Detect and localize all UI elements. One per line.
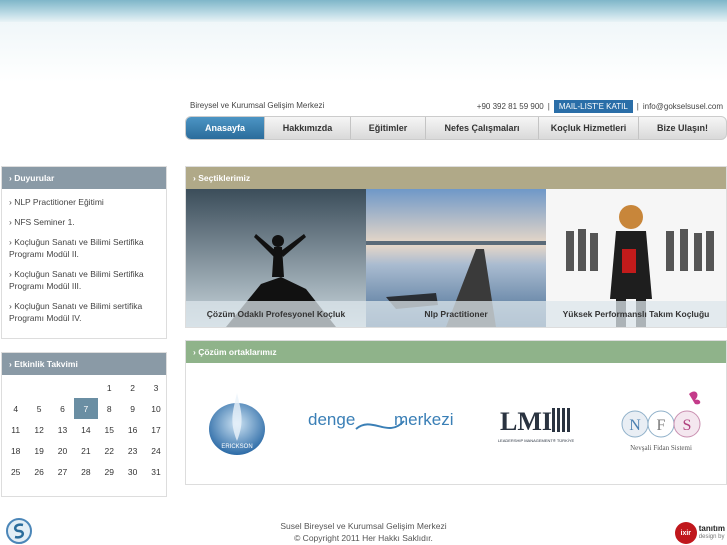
feature-takim-koclugu[interactable]: Yüksek Performanslı Takım Koçluğu (546, 189, 726, 327)
calendar-day[interactable]: 10 (144, 398, 167, 419)
news-item[interactable]: › Koçluğun Sanatı ve Bilimi sertifika Pr… (2, 296, 166, 328)
top-banner (0, 0, 727, 22)
calendar-day[interactable]: 16 (121, 419, 144, 440)
duyurular-panel: › Duyurular › NLP Practitioner Eğitimi ›… (1, 166, 167, 339)
separator: | (547, 102, 550, 111)
calendar-day[interactable]: 17 (144, 419, 167, 440)
erickson-text: ERICKSON (222, 444, 253, 450)
calendar-day[interactable]: 2 (121, 377, 144, 398)
sectiklerimiz-title: › Seçtiklerimiz (186, 167, 726, 189)
calendar-empty (74, 377, 97, 398)
calendar-day[interactable]: 18 (4, 441, 27, 462)
lmi-text: LMI (500, 407, 552, 436)
mail-list-button[interactable]: MAIL-LIST'E KATIL (553, 100, 633, 113)
lmi-logo: LMI LEADERSHIP MANAGEMENT® TÜRKİYE (498, 407, 575, 443)
denge-text: denge (308, 410, 355, 429)
contact-bar: +90 392 81 59 900 | MAIL-LIST'E KATIL | … (477, 100, 723, 113)
calendar-day[interactable]: 4 (4, 398, 27, 419)
partner-nfs[interactable]: N F S Nevşali Fidan Sistemi (615, 388, 707, 458)
nav-kocluk-hizmetleri[interactable]: Koçluk Hizmetleri (539, 117, 639, 139)
design-by: design by (698, 534, 725, 540)
calendar-day[interactable]: 22 (98, 441, 121, 462)
calendar-grid: 1 2 3 4 5 6 7 8 9 10 11 12 13 14 15 16 17 18 19 20 21 22 23 24 2… (2, 375, 166, 487)
news-item[interactable]: › Koçluğun Sanatı ve Bilimi Sertifika Pr… (2, 264, 166, 296)
calendar-day[interactable]: 25 (4, 462, 27, 483)
sectiklerimiz-panel: › Seçtiklerimiz Çözüm Odaklı Profesyonel… (185, 166, 727, 328)
news-item[interactable]: › NFS Seminer 1. (2, 212, 166, 232)
erickson-logo: ERICKSON (209, 393, 266, 455)
ortaklar-panel: › Çözüm ortaklarımız ERICKSON denge merk… (185, 340, 727, 485)
calendar-day[interactable]: 19 (27, 441, 50, 462)
calendar-day[interactable]: 1 (98, 377, 121, 398)
banner-fade (0, 22, 727, 82)
footer-company: Susel Bireysel ve Kurumsal Gelişim Merke… (280, 521, 447, 531)
nav-egitimler[interactable]: Eğitimler (351, 117, 426, 139)
calendar-empty (51, 377, 74, 398)
calendar-day[interactable]: 30 (121, 462, 144, 483)
feature-caption: Nlp Practitioner (366, 301, 546, 327)
main-nav: Anasayfa Hakkımızda Eğitimler Nefes Çalı… (185, 116, 727, 140)
design-name: tanıtım (698, 524, 725, 533)
nfs-letter-s: S (682, 417, 691, 434)
calendar-day[interactable]: 15 (98, 419, 121, 440)
calendar-day[interactable]: 21 (74, 441, 97, 462)
duyurular-title: › Duyurular (2, 167, 166, 189)
calendar-day[interactable]: 13 (51, 419, 74, 440)
nav-bize-ulasin[interactable]: Bize Ulaşın! (639, 117, 726, 139)
nfs-letter-f: F (656, 417, 665, 434)
footer: Susel Bireysel ve Kurumsal Gelişim Merke… (0, 520, 727, 544)
butterfly-icon (688, 391, 701, 405)
partner-denge-merkezi[interactable]: denge merkezi (308, 405, 458, 441)
calendar-day[interactable]: 11 (4, 419, 27, 440)
feature-caption: Çözüm Odaklı Profesyonel Koçluk (186, 301, 366, 327)
nav-nefes-calismalari[interactable]: Nefes Çalışmaları (426, 117, 539, 139)
partner-erickson[interactable]: ERICKSON (205, 387, 269, 459)
denge-merkezi-logo: denge merkezi (308, 410, 454, 430)
calendar-day[interactable]: 24 (144, 441, 167, 462)
calendar-day[interactable]: 5 (27, 398, 50, 419)
nfs-letter-n: N (629, 417, 641, 434)
calendar-day[interactable]: 23 (121, 441, 144, 462)
calendar-day[interactable]: 3 (144, 377, 167, 398)
site-tagline: Bireysel ve Kurumsal Gelişim Merkezi (190, 101, 325, 110)
calendar-day[interactable]: 8 (98, 398, 121, 419)
merkezi-text: merkezi (394, 410, 454, 429)
calendar-day[interactable]: 7 (74, 398, 98, 420)
calendar-day[interactable]: 26 (27, 462, 50, 483)
calendar-empty (27, 377, 50, 398)
ixir-logo: ixir (674, 522, 697, 544)
designer-credit[interactable]: ixir tanıtım design by (674, 522, 725, 544)
calendar-day[interactable]: 12 (27, 419, 50, 440)
calendar-day[interactable]: 28 (74, 462, 97, 483)
phone-number: +90 392 81 59 900 (476, 102, 544, 111)
footer-copyright: © Copyright 2011 Her Hakkı Saklıdır. (294, 533, 433, 543)
calendar-day[interactable]: 27 (51, 462, 74, 483)
etkinlik-title: › Etkinlik Takvimi (2, 353, 166, 375)
calendar-empty (4, 377, 27, 398)
calendar-day[interactable]: 31 (144, 462, 167, 483)
email-link[interactable]: info@gokselsusel.com (643, 102, 723, 111)
nav-hakkimizda[interactable]: Hakkımızda (265, 117, 351, 139)
nav-anasayfa[interactable]: Anasayfa (186, 117, 265, 139)
news-item[interactable]: › Koçluğun Sanatı ve Bilimi Sertifika Pr… (2, 232, 166, 264)
nfs-subtext: Nevşali Fidan Sistemi (630, 444, 692, 452)
ortaklar-title: › Çözüm ortaklarımız (186, 341, 726, 363)
nfs-logo: N F S Nevşali Fidan Sistemi (621, 391, 701, 452)
lmi-subtext: LEADERSHIP MANAGEMENT® TÜRKİYE (498, 438, 575, 443)
feature-nlp-practitioner[interactable]: Nlp Practitioner (366, 189, 546, 327)
calendar-day[interactable]: 29 (98, 462, 121, 483)
separator: | (636, 102, 639, 111)
feature-cozum-odakli[interactable]: Çözüm Odaklı Profesyonel Koçluk (186, 189, 366, 327)
news-item[interactable]: › NLP Practitioner Eğitimi (2, 192, 166, 212)
calendar-day[interactable]: 14 (74, 419, 97, 440)
etkinlik-panel: › Etkinlik Takvimi 1 2 3 4 5 6 7 8 9 10 11 12 13 14 15… (1, 352, 167, 497)
calendar-day[interactable]: 20 (51, 441, 74, 462)
partner-lmi[interactable]: LMI LEADERSHIP MANAGEMENT® TÜRKİYE (496, 400, 576, 446)
calendar-day[interactable]: 9 (121, 398, 144, 419)
calendar-day[interactable]: 6 (51, 398, 74, 419)
feature-caption: Yüksek Performanslı Takım Koçluğu (546, 301, 726, 327)
